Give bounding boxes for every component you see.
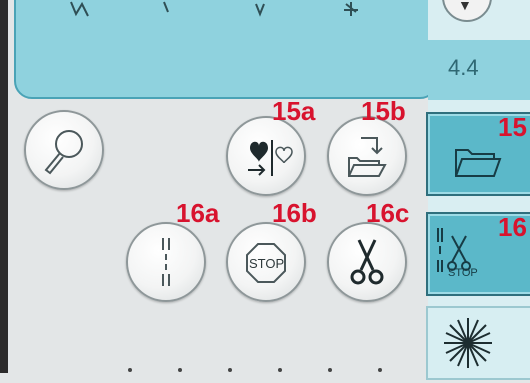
callout-16: 16 [498,212,527,242]
svg-text:STOP: STOP [249,256,284,271]
stitch-width-value: 4.4 [448,55,479,80]
callout-15: 15 [498,112,527,142]
heart-save-icon [248,140,293,176]
stop-icon: STOP [246,243,286,283]
stitch-pattern-icon [444,318,492,368]
screen-edge [0,0,8,373]
callout-15b: 15b [361,96,406,126]
thread-cutter-button[interactable] [327,222,407,302]
stop-button[interactable]: STOP [226,222,306,302]
callout-16a: 16a [176,198,220,228]
stitch-width-box [428,40,530,100]
callout-16b: 16b [272,198,317,228]
stitch-tab[interactable] [426,306,530,380]
folder-in-icon [348,137,387,177]
stitch-preview-glyphs [70,1,358,17]
scissors-icon [350,239,384,285]
callout-16c: 16c [366,198,410,228]
callout-15a: 15a [272,96,316,126]
open-file-button[interactable] [327,116,407,196]
tie-off-button[interactable] [126,222,206,302]
zoom-button[interactable] [24,110,104,190]
svg-text:STOP: STOP [448,267,478,279]
tie-off-icon [162,238,170,286]
chevron-down-icon: ▼ [458,0,472,13]
save-favorite-button[interactable] [226,116,306,196]
magnifier-icon [44,130,83,175]
stitch-preview-panel [14,0,438,99]
